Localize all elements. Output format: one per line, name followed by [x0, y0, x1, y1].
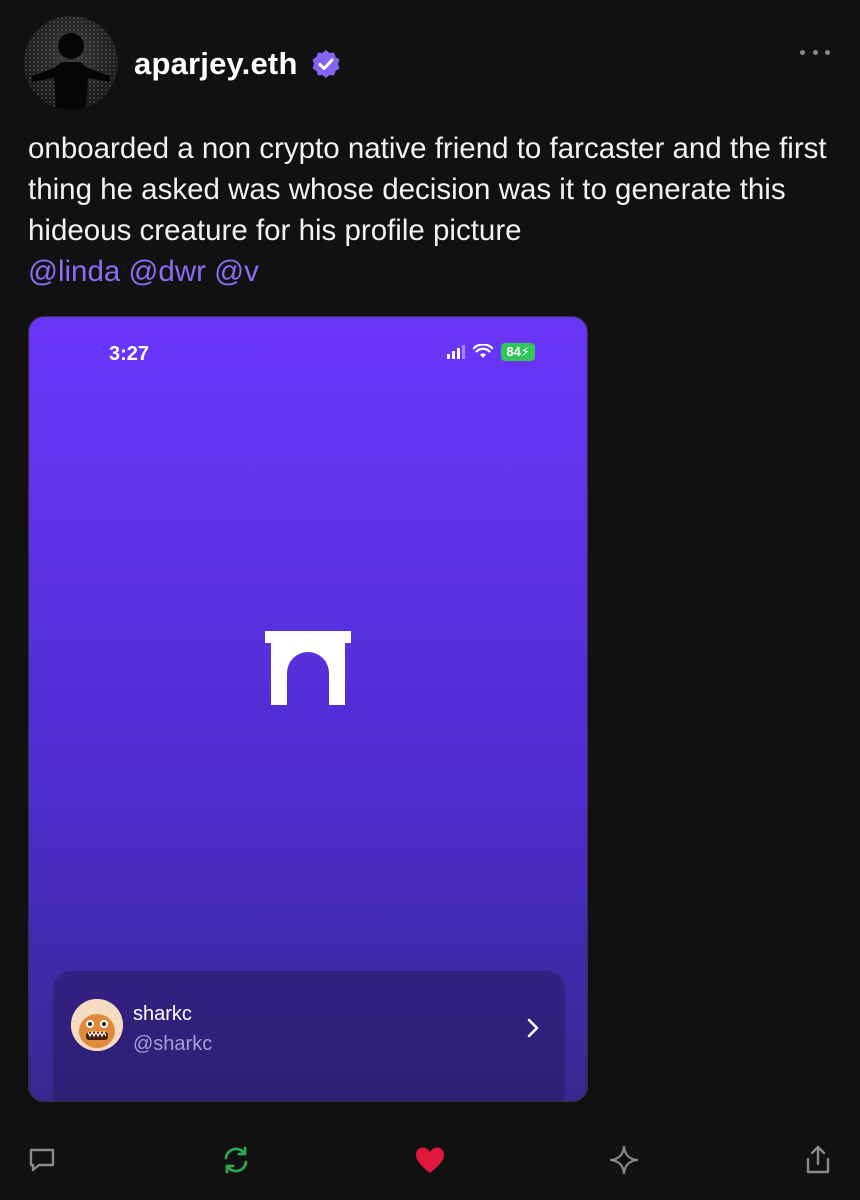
chevron-right-icon	[527, 1018, 539, 1038]
mentions: @linda @dwr @v	[28, 255, 259, 288]
cell-signal-icon	[447, 345, 466, 359]
farcaster-arch-icon	[265, 631, 351, 705]
post-action-bar	[0, 1130, 860, 1190]
dot-icon	[800, 49, 805, 55]
mention-link[interactable]: @v	[214, 255, 259, 288]
author-row: aparjey.eth	[134, 40, 342, 88]
share-icon	[806, 1145, 830, 1174]
dot-icon	[825, 49, 830, 55]
post-text: onboarded a non crypto native friend to …	[28, 132, 827, 247]
account-card[interactable]: sharkc @sharkc	[53, 971, 565, 1101]
mention-link[interactable]: @linda	[28, 255, 120, 288]
account-name: sharkc	[133, 1003, 192, 1025]
phone-status-time: 3:27	[109, 343, 150, 365]
reply-button[interactable]	[22, 1140, 62, 1180]
reply-icon	[29, 1148, 55, 1172]
sparkle-button[interactable]	[604, 1140, 644, 1180]
post-body: onboarded a non crypto native friend to …	[28, 128, 840, 292]
embedded-image[interactable]: 3:27 84⚡ sharkc @sharkc	[28, 316, 588, 1102]
wifi-icon	[473, 344, 494, 358]
share-button[interactable]	[798, 1140, 838, 1180]
dot-icon	[812, 49, 818, 55]
like-button[interactable]	[410, 1140, 450, 1180]
battery-level: 84	[506, 344, 521, 359]
account-handle: @sharkc	[133, 1033, 213, 1055]
like-heart-icon	[416, 1147, 444, 1173]
mention-link[interactable]: @dwr	[128, 255, 205, 288]
verified-badge-icon	[310, 48, 342, 80]
phone-status-icons: 84⚡	[447, 343, 535, 361]
sparkle-icon	[609, 1145, 639, 1175]
battery-indicator: 84⚡	[501, 343, 535, 361]
author-avatar[interactable]	[24, 16, 118, 110]
more-options-button[interactable]	[800, 42, 830, 62]
silhouette-avatar-icon	[24, 16, 118, 110]
recast-icon	[224, 1146, 248, 1174]
recast-button[interactable]	[216, 1140, 256, 1180]
author-username[interactable]: aparjey.eth	[134, 46, 298, 82]
creature-avatar-icon	[71, 999, 123, 1051]
